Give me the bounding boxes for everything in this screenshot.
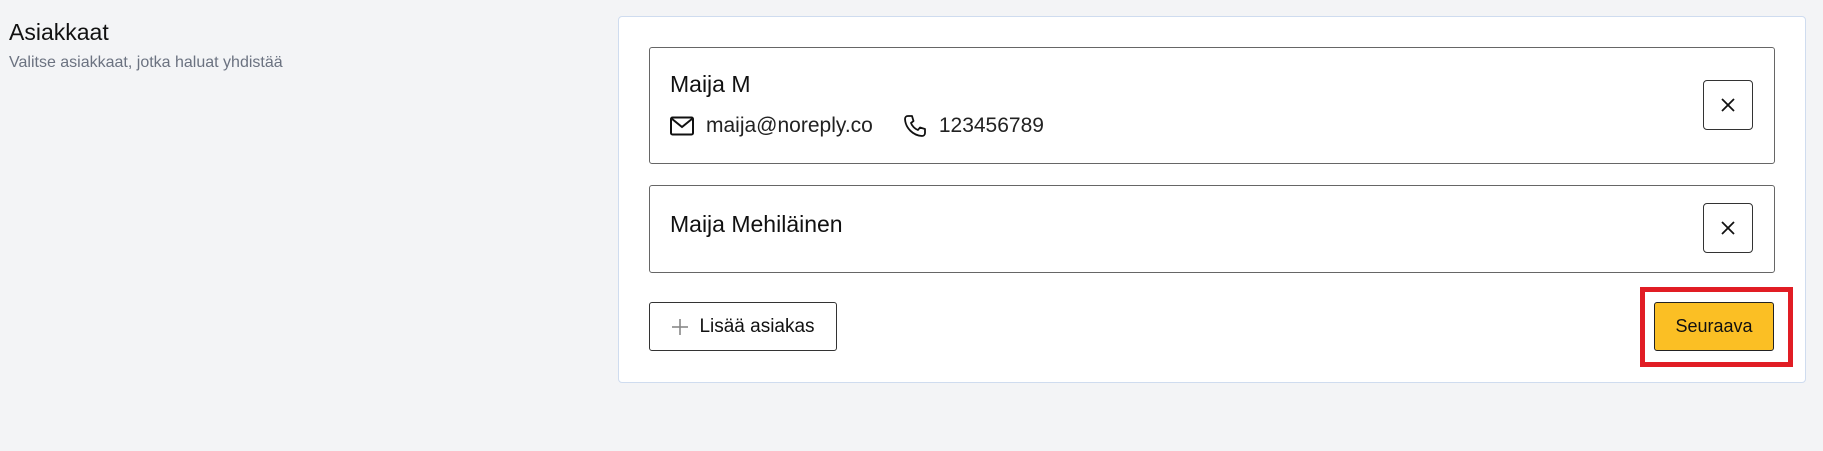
customer-name: Maija M <box>670 71 751 97</box>
contact-phone: 123456789 <box>903 114 1044 138</box>
remove-customer-button[interactable] <box>1703 203 1753 253</box>
section-title: Asiakkaat <box>9 19 109 45</box>
remove-customer-button[interactable] <box>1703 80 1753 130</box>
section-header: Asiakkaat Valitse asiakkaat, jotka halua… <box>9 18 283 73</box>
phone-icon <box>903 115 926 137</box>
customer-name: Maija Mehiläinen <box>670 211 843 237</box>
envelope-icon <box>670 116 694 136</box>
contact-row: maija@noreply.co 123456789 <box>670 114 1074 138</box>
customer-card: Maija Mehiläinen <box>649 185 1775 273</box>
page: Asiakkaat Valitse asiakkaat, jotka halua… <box>0 0 1823 451</box>
plus-icon <box>672 318 689 335</box>
section-subtitle: Valitse asiakkaat, jotka haluat yhdistää <box>9 54 283 71</box>
customer-email: maija@noreply.co <box>706 114 873 137</box>
customer-phone: 123456789 <box>938 114 1044 137</box>
add-customer-label: Lisää asiakas <box>699 315 815 337</box>
customer-card: Maija M maija@noreply.co 123456789 <box>649 47 1775 164</box>
close-icon <box>1721 98 1735 112</box>
customers-panel: Maija M maija@noreply.co 123456789 Maija… <box>618 16 1806 383</box>
next-button[interactable]: Seuraava <box>1654 302 1774 351</box>
add-customer-button[interactable]: Lisää asiakas <box>649 302 837 351</box>
close-icon <box>1721 221 1735 235</box>
contact-email: maija@noreply.co <box>670 114 873 138</box>
